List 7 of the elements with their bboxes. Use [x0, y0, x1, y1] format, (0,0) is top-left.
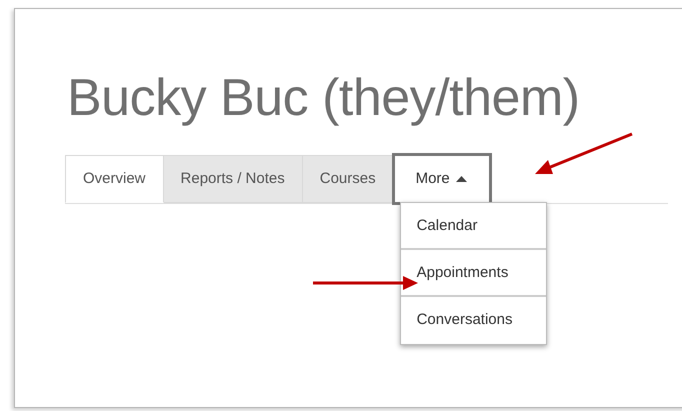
page-heading: Bucky Buc (they/them)	[67, 68, 581, 129]
menu-item[interactable]: Conversations	[400, 297, 546, 344]
tab[interactable]: Courses	[302, 155, 394, 204]
menu-item[interactable]: Calendar	[400, 203, 546, 250]
caret-icon	[456, 176, 467, 182]
tab[interactable]: Overview	[65, 155, 164, 204]
tab[interactable]: Reports / Notes	[164, 155, 303, 204]
